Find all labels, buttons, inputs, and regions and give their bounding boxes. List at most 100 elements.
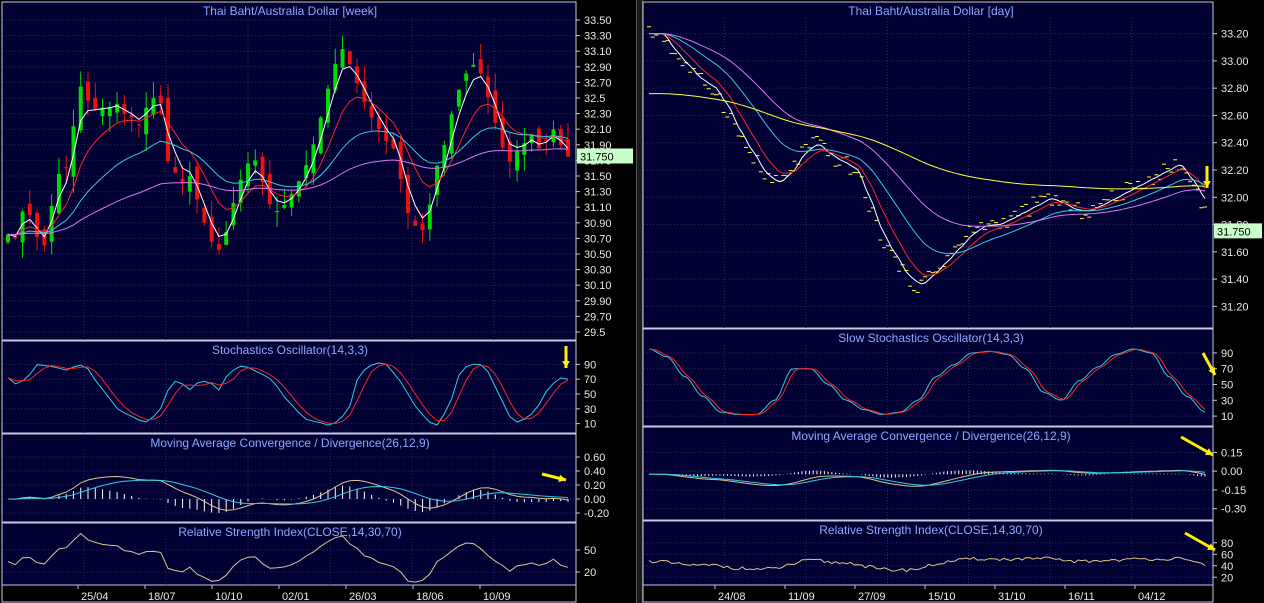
left-candle-body bbox=[216, 244, 221, 250]
left-last-price-label: 31.750 bbox=[580, 152, 614, 164]
left-candle-body bbox=[93, 98, 98, 109]
right-date-label: 31/10 bbox=[998, 591, 1026, 603]
left-candle-body bbox=[173, 167, 178, 173]
right-stoch-tick-label: 70 bbox=[1221, 364, 1233, 376]
right-date-label: 15/10 bbox=[928, 591, 956, 603]
left-candle-body bbox=[304, 165, 309, 178]
left-candle-body bbox=[56, 173, 61, 214]
left-candle-body bbox=[478, 59, 483, 74]
left-candle-body bbox=[86, 81, 90, 101]
right-rsi-tick-label: 60 bbox=[1221, 549, 1233, 561]
left-stoch-title: Stochastics Oscillator(14,3,3) bbox=[212, 343, 368, 357]
right-price-tick-label: 31.20 bbox=[1221, 301, 1249, 313]
left-stoch-tick-label: 70 bbox=[584, 374, 596, 386]
right-date-label: 24/08 bbox=[718, 591, 746, 603]
left-macd-tick-label: -0.20 bbox=[584, 508, 609, 520]
right-price-tick-label: 32.80 bbox=[1221, 83, 1249, 95]
left-date-label: 18/07 bbox=[148, 591, 176, 603]
right-rsi-tick-label: 20 bbox=[1221, 572, 1233, 584]
left-macd-tick-label: 0.00 bbox=[584, 494, 605, 506]
left-candle-body bbox=[369, 105, 374, 118]
left-candle-body bbox=[413, 220, 418, 226]
left-candle-body bbox=[442, 145, 447, 169]
left-candle-body bbox=[202, 207, 207, 223]
left-candle-body bbox=[282, 204, 287, 208]
right-date-label: 16/11 bbox=[1068, 591, 1095, 603]
left-price-tick-label: 30.90 bbox=[584, 218, 612, 230]
right-date-label: 27/09 bbox=[858, 591, 886, 603]
left-candle-body bbox=[536, 128, 541, 149]
left-price-tick-label: 29.70 bbox=[584, 311, 612, 323]
left-price-tick-label: 30.50 bbox=[584, 249, 612, 261]
left-price-tick-label: 29.90 bbox=[584, 296, 612, 308]
left-candle-body bbox=[456, 89, 461, 107]
left-price-tick-label: 32.70 bbox=[584, 77, 612, 89]
left-candle-body bbox=[27, 203, 32, 215]
right-macd-tick-label: 0.00 bbox=[1221, 466, 1242, 478]
left-date-label: 10/09 bbox=[483, 591, 511, 603]
right-stoch-title: Slow Stochastics Oscillator(14,3,3) bbox=[838, 331, 1023, 345]
left-price-panel bbox=[1, 1, 577, 341]
left-candle-body bbox=[529, 134, 534, 143]
right-stoch-tick-label: 50 bbox=[1221, 380, 1233, 392]
left-price-tick-label: 33.50 bbox=[584, 15, 612, 27]
right-price-tick-label: 32.20 bbox=[1221, 165, 1249, 177]
left-price-tick-label: 30.10 bbox=[584, 280, 612, 292]
right-date-label: 04/12 bbox=[1138, 591, 1166, 603]
right-rsi-title: Relative Strength Index(CLOSE,14,30,70) bbox=[819, 523, 1042, 537]
right-price-tick-label: 32.60 bbox=[1221, 110, 1249, 122]
left-macd-tick-label: 0.20 bbox=[584, 480, 605, 492]
weekly-chart-window: Thai Baht/Australia Dollar [week] 33.50 33… bbox=[1, 1, 633, 603]
left-date-label: 25/04 bbox=[81, 591, 109, 603]
right-stoch-tick-label: 10 bbox=[1221, 411, 1233, 423]
right-stoch-tick-label: 90 bbox=[1221, 348, 1233, 360]
right-price-tick-label: 31.40 bbox=[1221, 274, 1249, 286]
left-price-tick-label: 31.50 bbox=[584, 171, 612, 183]
left-price-title: Thai Baht/Australia Dollar [week] bbox=[203, 4, 377, 18]
left-stoch-tick-label: 90 bbox=[584, 359, 596, 371]
daily-chart-window: Thai Baht/Australia Dollar [day] 33.20 33.… bbox=[642, 1, 1262, 603]
left-price-tick-label: 29.5 bbox=[584, 327, 605, 339]
left-candle-body bbox=[515, 151, 520, 171]
right-price-tick-label: 31.60 bbox=[1221, 247, 1249, 259]
left-candle-body bbox=[464, 73, 469, 81]
left-candle-body bbox=[115, 103, 120, 113]
left-price-tick-label: 33.30 bbox=[584, 31, 612, 43]
left-price-tick-label: 30.30 bbox=[584, 265, 612, 277]
right-stoch-tick-label: 30 bbox=[1221, 395, 1233, 407]
right-macd-tick-label: -0.15 bbox=[1221, 485, 1246, 497]
left-price-tick-label: 32.10 bbox=[584, 124, 612, 136]
right-price-tick-label: 33.00 bbox=[1221, 56, 1249, 68]
right-macd-tick-label: -0.30 bbox=[1221, 504, 1246, 516]
left-candle-body bbox=[420, 223, 425, 231]
left-candle-body bbox=[340, 49, 345, 68]
left-candle-body bbox=[311, 144, 316, 174]
left-candle-body bbox=[6, 234, 10, 243]
left-date-label: 26/03 bbox=[349, 591, 377, 603]
left-candle-body bbox=[253, 160, 258, 166]
left-price-tick-label: 33.10 bbox=[584, 46, 612, 58]
right-price-tick-label: 33.20 bbox=[1221, 29, 1249, 41]
left-price-tick-label: 31.10 bbox=[584, 202, 612, 214]
left-candle-body bbox=[275, 211, 280, 213]
left-macd-title: Moving Average Convergence / Divergence(… bbox=[150, 436, 429, 450]
left-price-tick-label: 30.70 bbox=[584, 233, 612, 245]
left-candle-body bbox=[187, 176, 192, 192]
right-date-label: 11/09 bbox=[788, 591, 815, 603]
right-last-price-label: 31.750 bbox=[1217, 226, 1251, 238]
left-candle-body bbox=[493, 90, 498, 123]
left-price-tick-label: 32.90 bbox=[584, 62, 612, 74]
left-candle-body bbox=[78, 86, 83, 131]
left-candle-body bbox=[246, 163, 250, 187]
left-candle-body bbox=[71, 126, 76, 177]
left-rsi-tick-label: 20 bbox=[584, 567, 596, 579]
right-macd-tick-label: 0.15 bbox=[1221, 447, 1242, 459]
left-date-label: 02/01 bbox=[282, 591, 310, 603]
left-date-label: 10/10 bbox=[215, 591, 243, 603]
chart-workspace: Thai Baht/Australia Dollar [week] 33.50 33… bbox=[0, 0, 1264, 603]
left-rsi-title: Relative Strength Index(CLOSE,14,30,70) bbox=[178, 525, 401, 539]
left-stoch-tick-label: 30 bbox=[584, 404, 596, 416]
right-macd-title: Moving Average Convergence / Divergence(… bbox=[791, 429, 1070, 443]
left-candle-body bbox=[158, 95, 163, 104]
left-date-label: 18/06 bbox=[416, 591, 444, 603]
